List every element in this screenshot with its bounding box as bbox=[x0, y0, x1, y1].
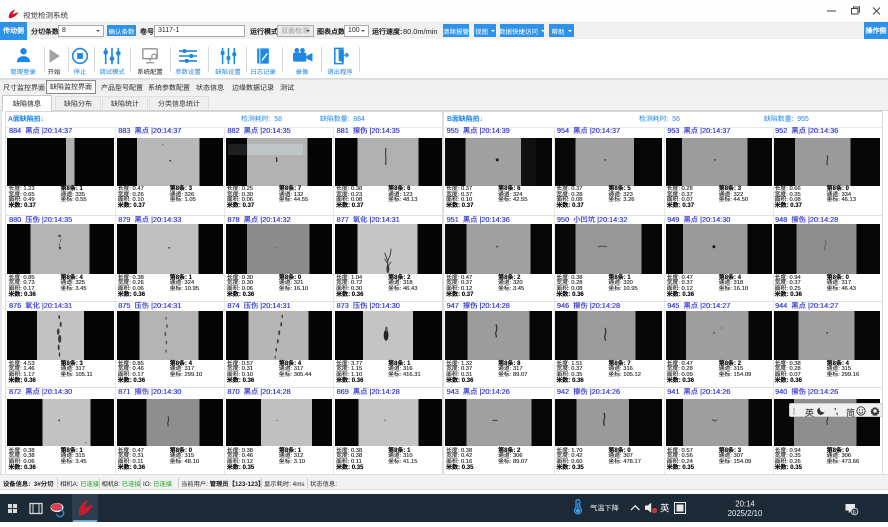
svg-text:6: 6 bbox=[853, 510, 856, 516]
svg-text:20:14: 20:14 bbox=[735, 500, 755, 509]
svg-text:英: 英 bbox=[660, 504, 670, 515]
svg-text:气温下降: 气温下降 bbox=[590, 504, 619, 513]
svg-text:2025/2/10: 2025/2/10 bbox=[728, 509, 763, 518]
